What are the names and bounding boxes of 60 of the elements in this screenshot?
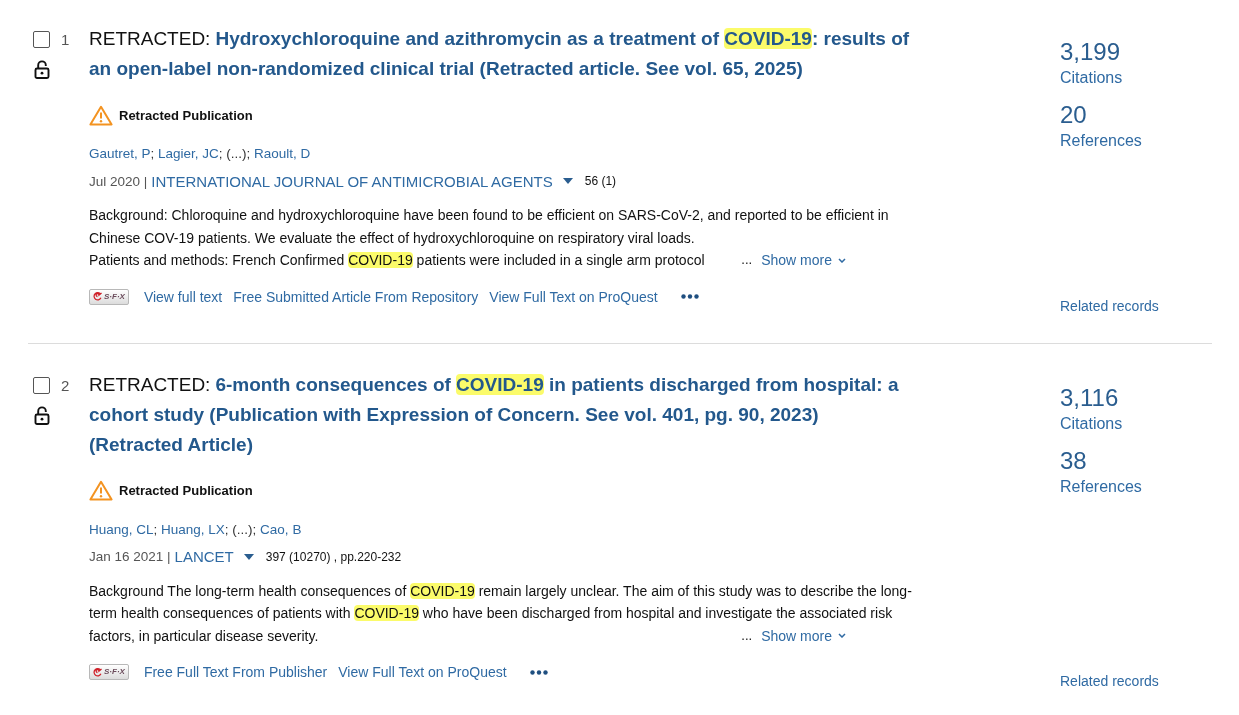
citation-count-link[interactable]: 3,116 — [1060, 382, 1119, 413]
reference-count-link[interactable]: 20 — [1060, 100, 1087, 130]
sfx-button[interactable]: S·F·X — [89, 664, 129, 680]
swirl-icon — [93, 292, 102, 301]
padlock-icon — [34, 405, 50, 425]
full-text-link[interactable]: Free Submitted Article From Repository — [233, 288, 479, 305]
warning-icon — [89, 480, 113, 501]
more-options-button[interactable] — [529, 669, 548, 675]
abstract-text: Background: Chloroquine and hydroxychloroquine have been found to be efficient on SARS-CoV-2, and reported to be efficient in Chinese COV-19 patients. We evaluate the effect of hydroxychloroquine on respiratory viral loads. — [89, 206, 890, 248]
show-more-link[interactable]: Show more — [761, 249, 846, 272]
record-title[interactable]: RETRACTED: 6-month consequences of COVID-19 in patients discharged from hospital: a cohort study (Publication with Expression of Concern. See vol. 401, pg. 90, 2023) (Retracted Article) — [89, 369, 913, 460]
journal-link[interactable]: LANCET — [174, 548, 234, 565]
sfx-button[interactable]: S·F·X — [89, 288, 129, 305]
swirl-icon — [93, 667, 102, 677]
abstract-text: Background The long-term health consequences of COVID-19 remain largely unclear. The aim of this study was to describe the long-term health consequences of patients with COVID-19 who have been discharged from hospital and investigate the associated risk factors, in particular disease severity. ... Show more — [89, 579, 914, 647]
author-link[interactable]: Lagier, JC — [158, 146, 219, 161]
author-link[interactable]: Gautret, P — [89, 146, 151, 161]
reference-count-link[interactable]: 38 — [1060, 445, 1087, 476]
retraction-notice: Retracted Publication — [119, 107, 253, 123]
full-text-link[interactable]: View Full Text on ProQuest — [338, 664, 507, 680]
full-text-link[interactable]: View full text — [143, 288, 223, 305]
select-checkbox[interactable] — [33, 31, 50, 48]
publication-date: Jan 16 2021 | — [89, 549, 171, 564]
publication-date: Jul 2020 | — [89, 173, 148, 189]
full-text-link[interactable]: Free Full Text From Publisher — [143, 664, 328, 680]
caret-down-icon[interactable] — [243, 553, 254, 560]
volume-info: 56 (1) — [584, 174, 617, 188]
chevron-down-icon — [838, 257, 846, 263]
author-link[interactable]: Huang, LX — [161, 521, 225, 537]
volume-info: 397 (10270) , pp.220-232 — [265, 549, 402, 564]
record-title[interactable]: RETRACTED: Hydroxychloroquine and azithromycin as a treatment of COVID-19: results of an open-label non-randomized clinical trial (Retracted article. See vol. 65, 2025) — [89, 24, 913, 84]
abstract-text: Patients and methods: French Confirmed COVID-19 patients were included in a single arm protocol ... Show more — [89, 249, 914, 272]
more-dots-icon — [529, 669, 548, 675]
references-link[interactable]: References — [1060, 130, 1142, 152]
author-link[interactable]: Huang, CL — [89, 521, 154, 537]
ellipsis-text: ... — [741, 251, 753, 269]
related-records-link[interactable]: Related records — [1060, 671, 1159, 691]
author-link[interactable]: Raoult, D — [254, 146, 311, 161]
select-checkbox[interactable] — [33, 376, 50, 394]
record-number: 1 — [61, 31, 70, 48]
chevron-down-icon — [838, 633, 846, 639]
warning-icon — [89, 104, 113, 126]
references-link[interactable]: References — [1060, 475, 1142, 498]
padlock-icon — [34, 60, 50, 79]
citations-link[interactable]: Citations — [1060, 412, 1123, 435]
related-records-link[interactable]: Related records — [1060, 295, 1159, 316]
record-number: 2 — [61, 376, 70, 394]
citations-link[interactable]: Citations — [1060, 67, 1123, 89]
full-text-link[interactable]: View Full Text on ProQuest — [489, 288, 658, 305]
retraction-notice: Retracted Publication — [119, 483, 253, 498]
show-more-link[interactable]: Show more — [761, 624, 846, 647]
more-options-button[interactable] — [680, 294, 699, 299]
author-list: Huang, CL; Huang, LX; (...); Cao, B — [89, 519, 919, 540]
citation-count-link[interactable]: 3,199 — [1060, 37, 1121, 67]
ellipsis-text: ... — [741, 626, 753, 645]
author-link[interactable]: Cao, B — [260, 521, 302, 537]
author-list: Gautret, P; Lagier, JC; (...); Raoult, D — [89, 144, 919, 164]
caret-down-icon[interactable] — [562, 178, 573, 184]
more-dots-icon — [680, 294, 699, 299]
journal-link[interactable]: INTERNATIONAL JOURNAL OF ANTIMICROBIAL AGENTS — [151, 172, 553, 190]
